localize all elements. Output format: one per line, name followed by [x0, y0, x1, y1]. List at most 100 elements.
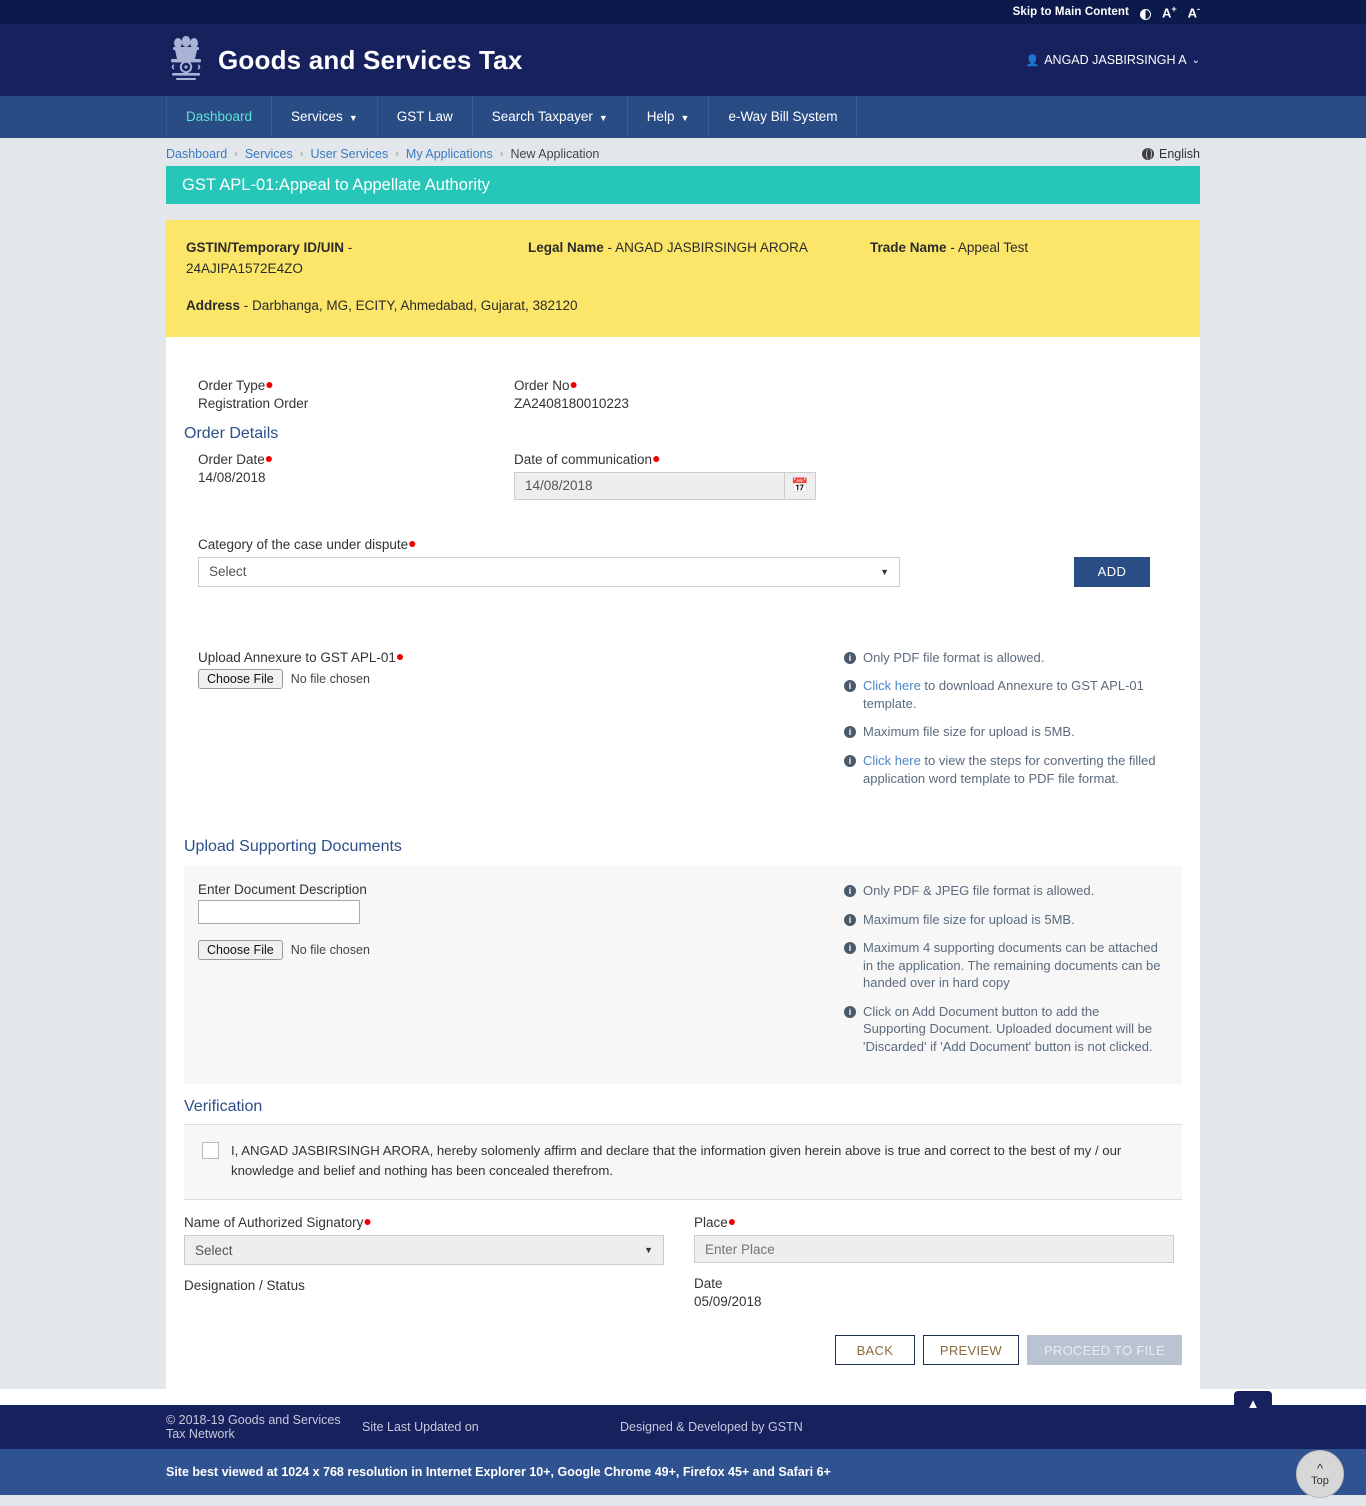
verification-checkbox[interactable] — [202, 1142, 219, 1159]
place-input[interactable] — [694, 1235, 1174, 1263]
order-no-value: ZA2408180010223 — [514, 396, 1182, 411]
divider — [184, 1199, 1182, 1200]
label-text: Place — [694, 1215, 728, 1230]
signatory-select[interactable]: Select ▼ — [184, 1235, 664, 1265]
user-icon: 👤 — [1026, 54, 1040, 67]
info-text: Click on Add Document button to add the … — [863, 1003, 1162, 1056]
footer-spacer — [0, 1389, 1366, 1405]
annexure-label: Upload Annexure to GST APL-01● — [198, 649, 844, 665]
document-description-label: Enter Document Description — [198, 882, 844, 897]
address-value: Darbhanga, MG, ECITY, Ahmedabad, Gujarat… — [252, 298, 577, 313]
no-file-chosen-text: No file chosen — [291, 672, 370, 686]
info-icon: i — [844, 755, 856, 767]
trade-name-value: Appeal Test — [958, 240, 1028, 255]
verification-heading: Verification — [184, 1098, 1182, 1116]
add-button[interactable]: ADD — [1074, 557, 1150, 587]
gstin-label: GSTIN/Temporary ID/UIN — [186, 240, 344, 255]
chevron-down-icon: ▼ — [880, 567, 889, 577]
breadcrumb-item-services[interactable]: Services — [245, 147, 293, 161]
nav-label: Help — [647, 109, 675, 124]
label-text: Category of the case under dispute — [198, 537, 408, 552]
supporting-file-input[interactable]: Choose File No file chosen — [198, 940, 844, 960]
label-text: Date of communication — [514, 452, 652, 467]
user-name: ANGAD JASBIRSINGH A — [1044, 53, 1186, 67]
info-icon: i — [844, 652, 856, 664]
date-value: 05/09/2018 — [694, 1294, 1182, 1309]
breadcrumb-item-dashboard[interactable]: Dashboard — [166, 147, 227, 161]
language-selector[interactable]: English — [1142, 147, 1200, 161]
date-of-communication-input[interactable]: 14/08/2018 — [514, 472, 784, 500]
place-label: Place● — [694, 1214, 1182, 1230]
info-item: i Click on Add Document button to add th… — [844, 1003, 1162, 1056]
signatory-label: Name of Authorized Signatory● — [184, 1214, 694, 1230]
breadcrumb-item-my-applications[interactable]: My Applications — [406, 147, 493, 161]
action-buttons: BACK PREVIEW PROCEED TO FILE — [184, 1335, 1182, 1365]
info-text: Only PDF & JPEG file format is allowed. — [863, 882, 1094, 900]
footer-last-updated: Site Last Updated on — [362, 1420, 620, 1434]
breadcrumb-separator: › — [234, 148, 238, 160]
click-here-link[interactable]: Click here — [863, 753, 921, 768]
site-title: Goods and Services Tax — [218, 45, 522, 76]
nav-item-search-taxpayer[interactable]: Search Taxpayer ▼ — [473, 96, 628, 137]
scroll-to-top-button[interactable]: ^ Top — [1296, 1450, 1344, 1498]
user-menu[interactable]: 👤 ANGAD JASBIRSINGH A ⌄ — [1026, 53, 1201, 67]
info-icon: i — [844, 885, 856, 897]
document-description-input[interactable] — [198, 900, 360, 924]
label-text: Upload Annexure to GST APL-01 — [198, 650, 396, 665]
required-marker: ● — [652, 450, 660, 466]
accessibility-bar: Skip to Main Content A+ A- — [0, 0, 1366, 24]
chevron-down-icon: ▼ — [644, 1245, 653, 1255]
calendar-icon[interactable]: 📅 — [784, 472, 816, 500]
page-title: GST APL-01:Appeal to Appellate Authority — [166, 166, 1200, 204]
choose-file-button[interactable]: Choose File — [198, 669, 283, 689]
info-icon: i — [844, 680, 856, 692]
nav-label: Services — [291, 109, 343, 124]
info-icon: i — [844, 726, 856, 738]
info-item: i Maximum file size for upload is 5MB. — [844, 723, 1162, 741]
nav-item-help[interactable]: Help ▼ — [628, 96, 710, 137]
order-date-label: Order Date● — [198, 451, 514, 467]
nav-item-eway-bill-system[interactable]: e-Way Bill System — [709, 96, 857, 137]
page-container: Dashboard › Services › User Services › M… — [0, 138, 1366, 1389]
nav-label: Search Taxpayer — [492, 109, 593, 124]
taxpayer-info-panel: GSTIN/Temporary ID/UIN - 24AJIPA1572E4ZO… — [166, 220, 1200, 337]
appeal-form: Order Type● Registration Order Order No●… — [166, 337, 1200, 1389]
breadcrumb-item-user-services[interactable]: User Services — [310, 147, 388, 161]
address-label: Address — [186, 298, 240, 313]
verification-box: I, ANGAD JASBIRSINGH ARORA, hereby solom… — [184, 1125, 1182, 1199]
label-text: Order No — [514, 378, 570, 393]
category-select[interactable]: Select ▼ — [198, 557, 900, 587]
caret-down-icon: ▼ — [681, 113, 690, 123]
nav-item-services[interactable]: Services ▼ — [272, 96, 378, 137]
breadcrumb: Dashboard › Services › User Services › M… — [166, 138, 1200, 166]
font-increase-button[interactable]: A+ — [1162, 4, 1177, 20]
annexure-file-input[interactable]: Choose File No file chosen — [198, 669, 844, 689]
footer-secondary: Site best viewed at 1024 x 768 resolutio… — [0, 1449, 1366, 1495]
info-item: i Click here to view the steps for conve… — [844, 752, 1162, 787]
order-type-label: Order Type● — [198, 377, 514, 393]
click-here-link[interactable]: Click here — [863, 678, 921, 693]
scroll-collapse-tab[interactable]: ▲ — [1234, 1391, 1272, 1416]
back-button[interactable]: BACK — [835, 1335, 915, 1365]
dash: - — [244, 298, 249, 313]
info-icon: i — [844, 942, 856, 954]
dash: - — [950, 240, 955, 255]
label-text: Order Type — [198, 378, 265, 393]
contrast-icon[interactable] — [1140, 9, 1151, 20]
nav-item-dashboard[interactable]: Dashboard — [166, 96, 272, 137]
supporting-info-list: i Only PDF & JPEG file format is allowed… — [844, 882, 1162, 1055]
skip-to-main-content-link[interactable]: Skip to Main Content — [1013, 6, 1129, 18]
font-decrease-button[interactable]: A- — [1188, 4, 1200, 20]
main-navigation: Dashboard Services ▼ GST Law Search Taxp… — [0, 96, 1366, 138]
info-text: Maximum file size for upload is 5MB. — [863, 911, 1075, 929]
nav-item-gst-law[interactable]: GST Law — [378, 96, 473, 137]
info-text: Only PDF file format is allowed. — [863, 650, 1044, 665]
footer-primary: © 2018-19 Goods and Services Tax Network… — [0, 1405, 1366, 1449]
signatory-selected-value: Select — [195, 1243, 233, 1258]
proceed-to-file-button[interactable]: PROCEED TO FILE — [1027, 1335, 1182, 1365]
preview-button[interactable]: PREVIEW — [923, 1335, 1019, 1365]
order-details-heading: Order Details — [184, 425, 1182, 443]
trade-name-label: Trade Name — [870, 240, 947, 255]
language-label: English — [1159, 147, 1200, 161]
choose-file-button[interactable]: Choose File — [198, 940, 283, 960]
